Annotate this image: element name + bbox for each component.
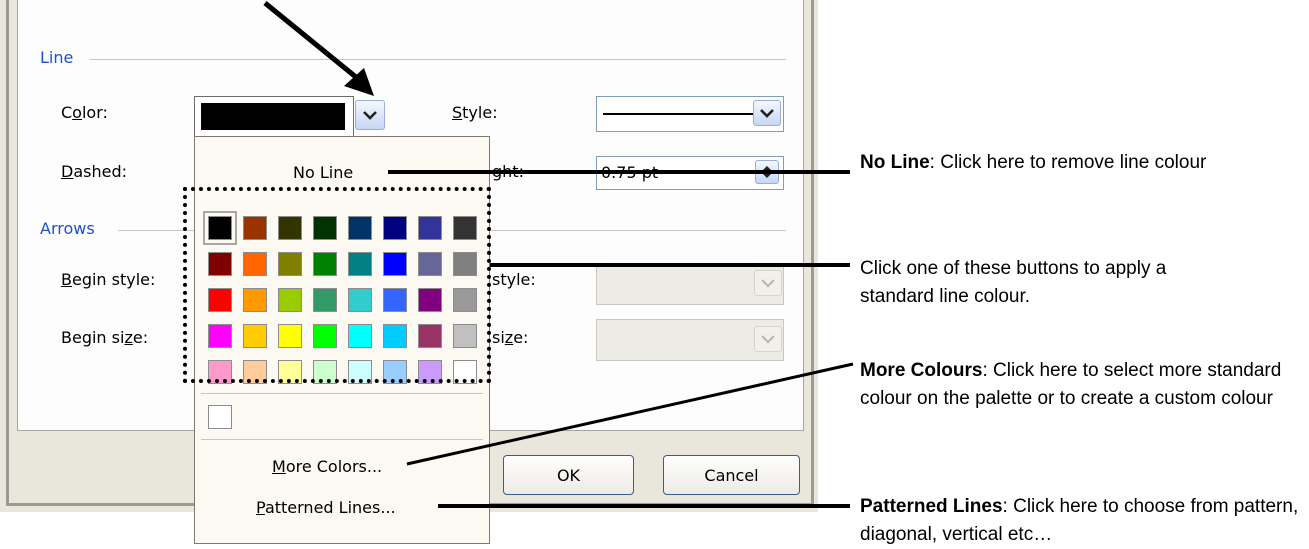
arrows-group-divider-right [490, 230, 786, 231]
callout-line-more-colours [406, 362, 854, 466]
end-style-dropdown-button [754, 270, 782, 296]
arrows-group-label: Arrows [40, 219, 95, 238]
begin-size-label: Begin size: [61, 328, 149, 347]
custom-color-swatch[interactable] [208, 405, 232, 429]
end-size-dropdown-button [754, 326, 782, 352]
dialog-border-left [6, 0, 9, 505]
end-style-combo [596, 263, 784, 305]
style-dropdown-button[interactable] [753, 100, 781, 126]
more-colors-option[interactable]: More Colors... [272, 457, 382, 476]
begin-style-label: Begin style: [61, 270, 156, 289]
style-combo[interactable] [596, 96, 784, 132]
end-size-combo [596, 319, 784, 361]
callout-line-no-line [388, 170, 850, 174]
chevron-down-icon [760, 109, 774, 118]
pointer-arrow-icon [263, 1, 374, 96]
callout-more-colours: More Colours: Click here to select more … [860, 360, 1282, 409]
dashed-label: Dashed: [61, 162, 127, 181]
patterned-lines-option[interactable]: Patterned Lines... [256, 498, 396, 517]
line-group-divider [90, 59, 786, 60]
callout-line-patterned [438, 504, 850, 508]
callout-no-line: No Line: Click here to remove line colou… [860, 152, 1207, 173]
selected-color-swatch [201, 103, 345, 130]
chevron-down-icon [761, 279, 775, 288]
end-style-label: style: [492, 270, 536, 289]
callout-standard-colours: Click one of these buttons to apply a st… [860, 258, 1167, 307]
swatch-grid-highlight [183, 187, 491, 383]
chevron-down-icon [363, 111, 377, 120]
style-label: Style: [452, 103, 498, 122]
line-group-label: Line [40, 48, 74, 67]
callout-patterned-lines: Patterned Lines: Click here to choose fr… [860, 496, 1299, 545]
chevron-down-icon [761, 335, 775, 344]
color-label: Color: [61, 103, 108, 122]
callout-line-standard [490, 263, 850, 267]
end-size-label: size: [492, 328, 529, 347]
no-line-option[interactable]: No Line [293, 163, 353, 182]
line-style-preview [603, 113, 753, 115]
